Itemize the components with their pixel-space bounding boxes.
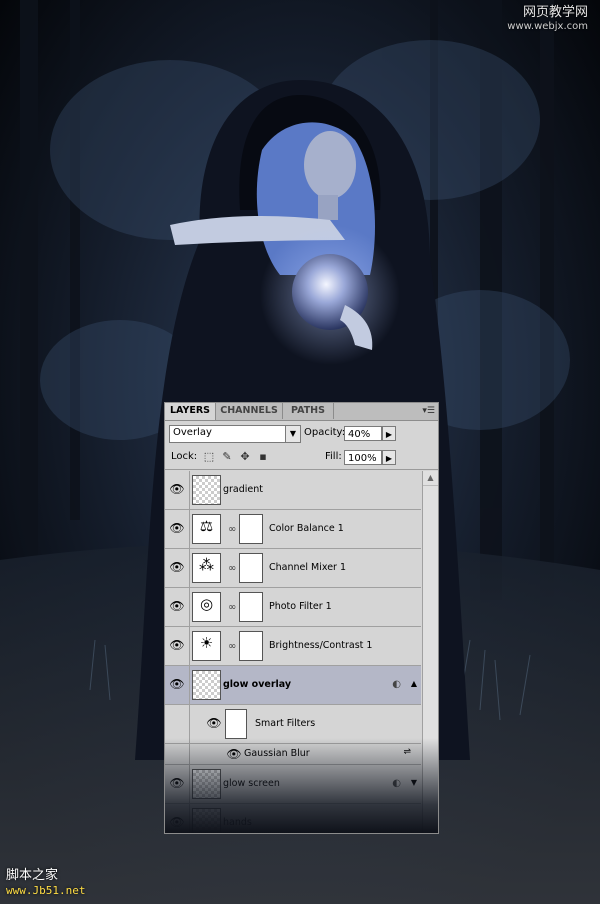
lock-brush-icon[interactable]: ✎ [221,451,233,463]
watermark-top: 网页教学网 www.webjx.com [507,6,588,34]
eye-icon[interactable]: 👁 [168,481,186,497]
link-chain-icon[interactable]: ∞ [228,641,236,652]
eye-column: 👁 [165,549,190,587]
layer-mask-thumb [239,514,263,544]
eye-icon[interactable]: 👁 [168,598,186,614]
blend-mode-select[interactable]: Overlay ▼ [169,425,301,443]
layer-name: hands [223,817,252,828]
eye-icon[interactable]: 👁 [168,520,186,536]
filter-mask-thumb [225,709,247,739]
lock-move-icon[interactable]: ✥ [239,451,251,463]
layer-brightness-contrast[interactable]: 👁 ☀ ∞ Brightness/Contrast 1 [165,627,421,666]
smart-object-thumb [192,769,221,799]
eye-icon[interactable]: 👁 [168,775,186,791]
smart-object-thumb [192,808,221,833]
smart-object-thumb [192,670,221,700]
fill-label: Fill: [325,451,342,462]
chevron-down-icon[interactable]: ▼ [285,426,300,442]
watermark-bottom-title: 脚本之家 [6,868,59,883]
lock-label: Lock: [171,451,198,462]
layer-name: Channel Mixer 1 [269,562,347,573]
smart-filters-row[interactable]: 👁 Smart Filters [165,705,421,744]
watermark-top-url: www.webjx.com [507,21,588,32]
eye-column [165,744,190,764]
eye-icon[interactable]: 👁 [168,637,186,653]
opacity-arrow-icon[interactable]: ▶ [382,426,396,441]
link-chain-icon[interactable]: ∞ [228,563,236,574]
fill-arrow-icon[interactable]: ▶ [382,450,396,465]
eye-column: 👁 [165,588,190,626]
layer-mask-thumb [239,553,263,583]
watermark-bottom-url: www.Jb51.net [6,884,86,897]
layer-name: glow overlay [223,679,292,690]
layer-glow-screen[interactable]: 👁 glow screen ◐ ▼ [165,765,421,804]
layer-color-balance[interactable]: 👁 ⚖ ∞ Color Balance 1 [165,510,421,549]
blend-mode-value: Overlay [173,427,212,438]
photo-filter-icon: ◎ [192,592,221,622]
gradient-thumb [192,475,221,505]
eye-column: 👁 [165,666,190,704]
eye-column: 👁 [165,510,190,548]
eye-icon[interactable]: 👁 [168,814,186,830]
eye-column: 👁 [165,471,190,509]
eye-column: 👁 [165,765,190,803]
lock-row: Lock: ⬚ ✎ ✥ ▪ Fill: 100% ▶ [165,445,438,470]
collapse-arrow-icon[interactable]: ▲ [411,679,417,688]
link-chain-icon[interactable]: ∞ [228,524,236,535]
smart-filter-icon[interactable]: ◐ [392,778,401,789]
lock-all-icon[interactable]: ▪ [257,451,269,463]
filter-options-icon[interactable]: ⇌ [403,747,411,757]
eye-icon[interactable]: 👁 [168,676,186,692]
layer-name: Color Balance 1 [269,523,344,534]
layer-name: Brightness/Contrast 1 [269,640,373,651]
fill-input[interactable]: 100% [344,450,382,465]
eye-column: 👁 [165,627,190,665]
opacity-label: Opacity: [304,427,346,438]
layer-mask-thumb [239,592,263,622]
scale-icon: ⚖ [192,514,221,544]
smart-filters-label: Smart Filters [255,718,316,729]
watermark-top-title: 网页教学网 [522,5,588,20]
layers-panel: LAYERS CHANNELS PATHS ▾☰ Overlay ▼ Opaci… [164,402,439,834]
layer-photo-filter[interactable]: 👁 ◎ ∞ Photo Filter 1 [165,588,421,627]
lock-transparent-icon[interactable]: ⬚ [203,451,215,463]
scroll-up-icon[interactable]: ▲ [423,471,438,486]
layer-channel-mixer[interactable]: 👁 ⁂ ∞ Channel Mixer 1 [165,549,421,588]
tab-paths[interactable]: PATHS [283,403,334,419]
tab-layers[interactable]: LAYERS [165,403,216,420]
layer-mask-thumb [239,631,263,661]
panel-menu-icon[interactable]: ▾☰ [422,406,435,416]
eye-icon[interactable]: 👁 [168,559,186,575]
blend-row: Overlay ▼ Opacity: 40% ▶ [165,421,438,445]
layers-scrollbar[interactable]: ▲ [422,471,438,833]
expand-arrow-icon[interactable]: ▼ [411,778,417,787]
opacity-input[interactable]: 40% [344,426,382,441]
eye-icon[interactable]: 👁 [205,715,223,731]
brightness-icon: ☀ [192,631,221,661]
layer-name: gradient [223,484,264,495]
channel-mixer-icon: ⁂ [192,553,221,583]
eye-icon[interactable]: 👁 [225,746,243,762]
gaussian-blur-row[interactable]: 👁 Gaussian Blur ⇌ [165,744,421,765]
layer-gradient[interactable]: 👁 gradient [165,471,421,510]
link-chain-icon[interactable]: ∞ [228,602,236,613]
gaussian-blur-label: Gaussian Blur [244,748,310,759]
watermark-bottom: 脚本之家 www.Jb51.net [6,868,85,898]
eye-column [165,705,190,743]
smart-filter-icon[interactable]: ◐ [392,679,401,690]
layer-name: glow screen [223,778,280,789]
layers-list: 👁 gradient 👁 ⚖ ∞ Color Balance 1 👁 ⁂ ∞ C… [165,471,438,833]
layer-hands[interactable]: 👁 hands [165,804,421,833]
eye-column: 👁 [165,804,190,833]
panel-tabs: LAYERS CHANNELS PATHS ▾☰ [165,403,438,421]
layer-name: Photo Filter 1 [269,601,332,612]
tab-channels[interactable]: CHANNELS [216,403,283,419]
layer-glow-overlay[interactable]: 👁 glow overlay ◐ ▲ [165,666,421,705]
